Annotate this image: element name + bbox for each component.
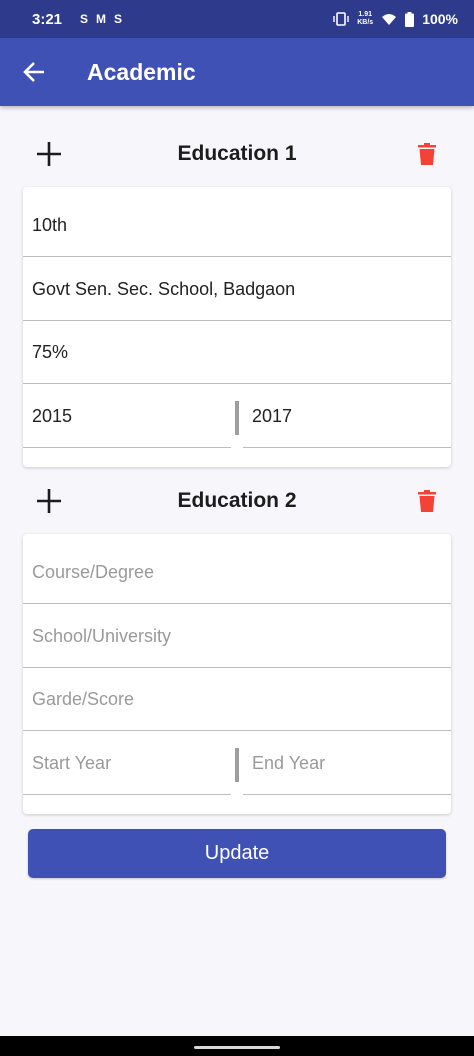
education-1-card: 10th Govt Sen. Sec. School, Badgaon 75% … — [23, 187, 451, 467]
network-speed: 1.91 KB/s — [357, 11, 373, 27]
end-year-field[interactable]: End Year — [243, 733, 451, 795]
trash-icon — [418, 490, 436, 512]
start-year-field[interactable]: Start Year — [23, 733, 231, 795]
net-speed-value: 1.91 — [358, 11, 373, 18]
update-button[interactable]: Update — [28, 829, 446, 878]
delete-education-2-button[interactable] — [413, 487, 441, 515]
back-button[interactable] — [14, 52, 54, 92]
page-title: Academic — [87, 58, 196, 85]
battery-percent: 100% — [422, 11, 458, 27]
delete-education-1-button[interactable] — [413, 140, 441, 168]
year-divider — [235, 748, 239, 782]
education-2-title: Education 2 — [177, 489, 297, 512]
add-education-button[interactable] — [33, 138, 65, 170]
notification-icons: S M S — [80, 12, 122, 26]
status-right: 1.91 KB/s 100% — [333, 11, 458, 27]
course-degree-field[interactable]: 10th — [23, 195, 451, 257]
gmail-icon: M — [96, 12, 107, 26]
course-degree-field[interactable]: Course/Degree — [23, 542, 451, 604]
status-time: 3:21 — [32, 10, 63, 28]
home-gesture-handle[interactable] — [194, 1046, 280, 1049]
trash-icon — [418, 143, 436, 165]
arrow-back-icon — [23, 62, 44, 82]
s-app-icon-2: S — [114, 12, 123, 26]
battery-icon — [405, 11, 415, 27]
vibrate-icon — [333, 12, 349, 26]
year-divider — [235, 401, 239, 435]
end-year-field[interactable]: 2017 — [243, 386, 451, 448]
system-nav-bar — [0, 1036, 474, 1056]
app-bar: Academic — [0, 38, 474, 106]
wifi-icon — [382, 13, 397, 25]
plus-icon — [37, 489, 61, 513]
school-university-field[interactable]: School/University — [23, 606, 451, 668]
education-1-title: Education 1 — [177, 142, 297, 165]
grade-score-field[interactable]: Garde/Score — [23, 669, 451, 731]
education-1-header: Education 1 — [23, 134, 451, 174]
education-2-header: Education 2 — [23, 481, 451, 521]
plus-icon — [37, 142, 61, 166]
add-education-button-2[interactable] — [33, 485, 65, 517]
grade-score-field[interactable]: 75% — [23, 322, 451, 384]
s-app-icon: S — [80, 12, 89, 26]
status-bar: 3:21 S M S 1.91 KB/s 100% — [0, 0, 474, 38]
school-university-field[interactable]: Govt Sen. Sec. School, Badgaon — [23, 259, 451, 321]
net-speed-unit: KB/s — [357, 19, 374, 26]
education-2-card: Course/Degree School/University Garde/Sc… — [23, 534, 451, 814]
start-year-field[interactable]: 2015 — [23, 386, 231, 448]
